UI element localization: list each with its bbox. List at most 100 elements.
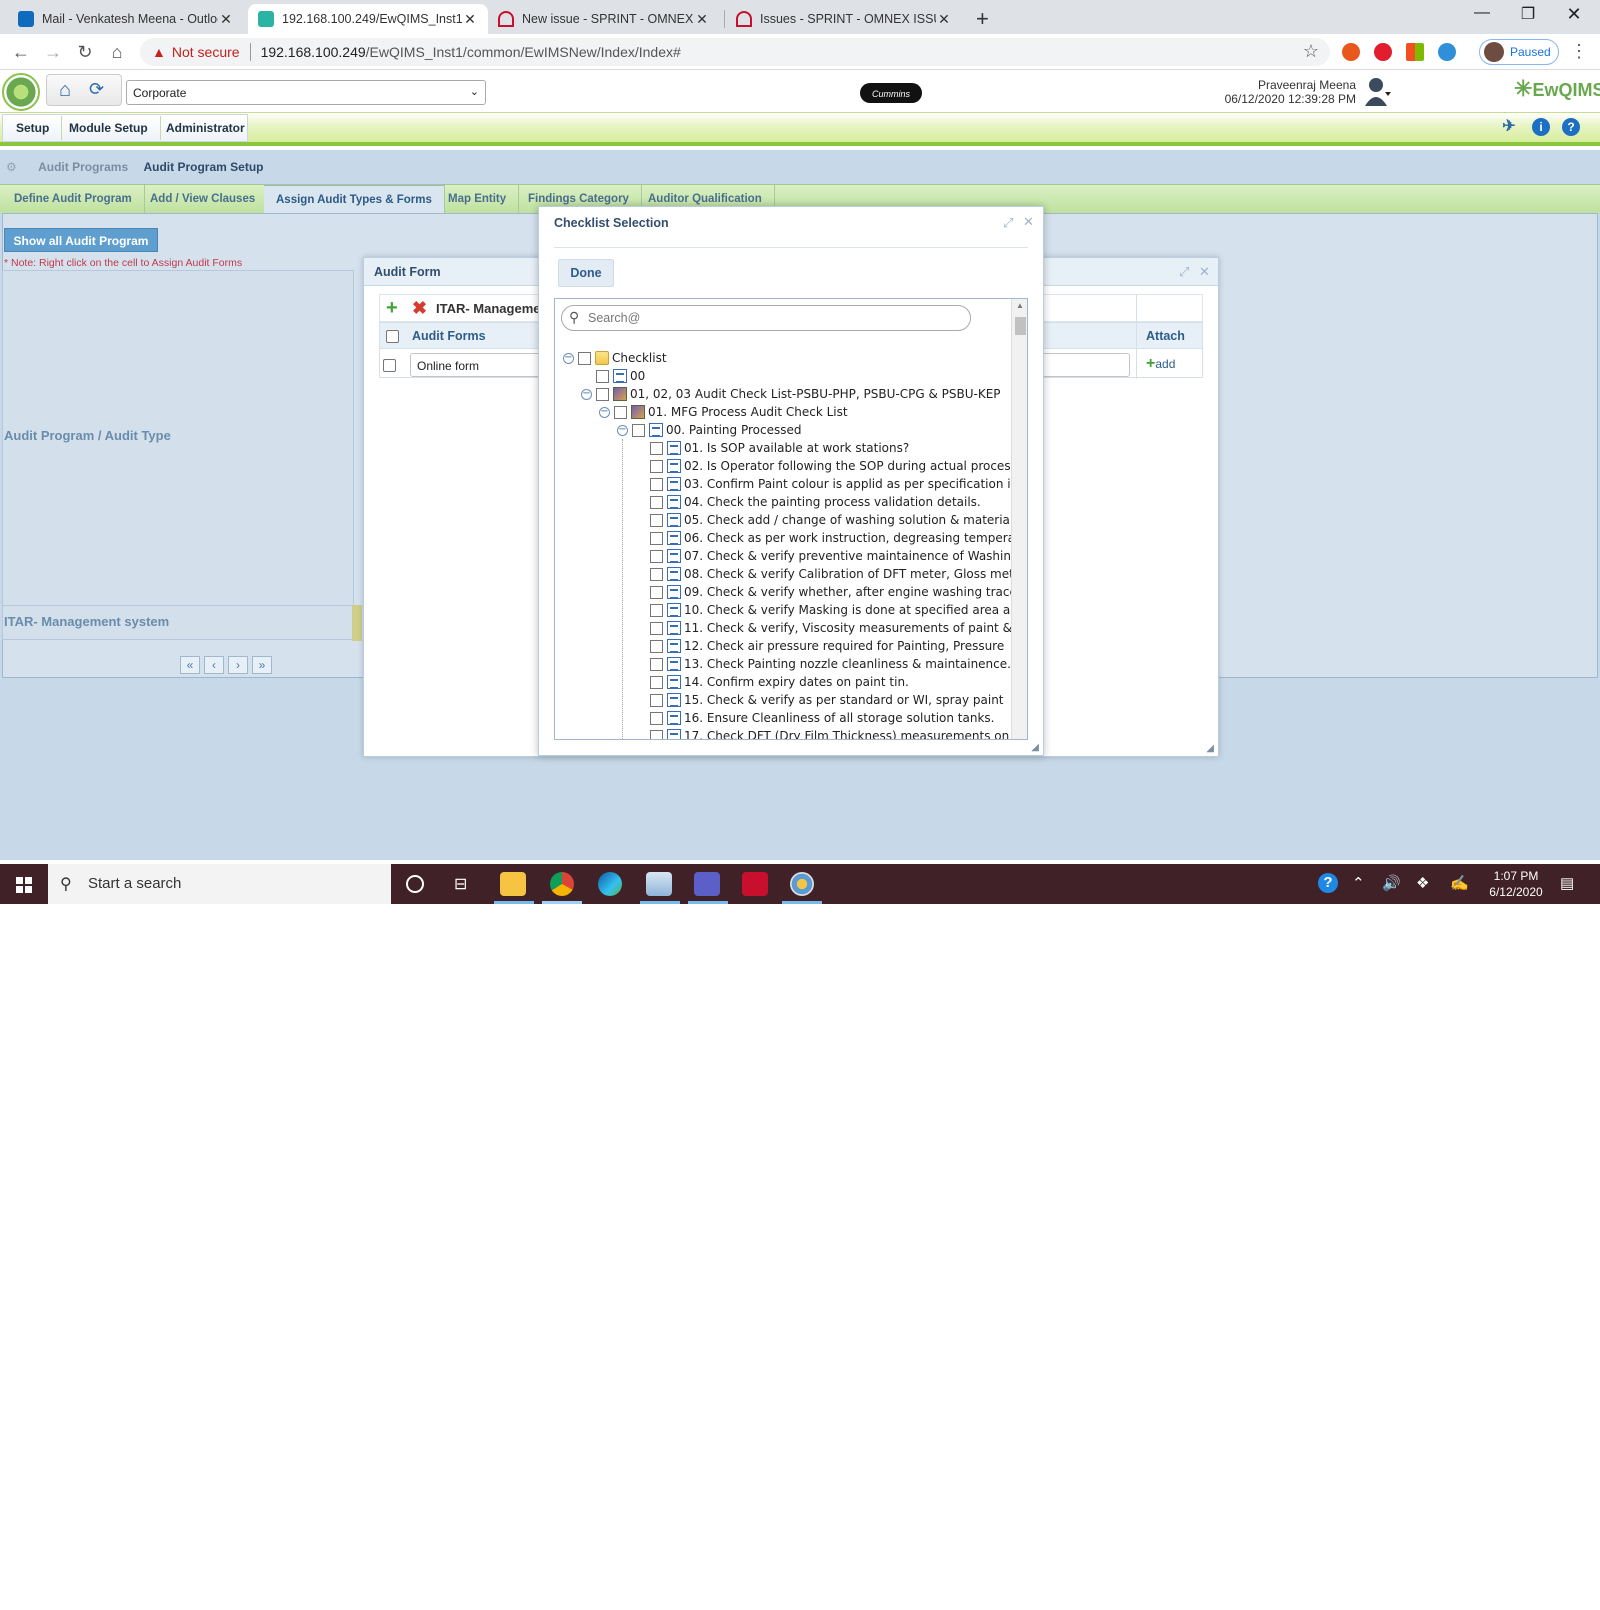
browser-tab-issues[interactable]: Issues - SPRINT - OMNEX ISSUE ✕ [726,4,962,34]
app-icon[interactable] [646,872,672,896]
tree-checkbox[interactable] [650,585,663,599]
prev-page-icon[interactable]: ‹ [204,656,224,674]
menu-administrator[interactable]: Administrator [154,116,257,140]
tree-node[interactable]: 11. Check & verify, Viscosity measuremen… [635,619,1012,637]
tree-checkbox[interactable] [650,459,663,473]
tree-checkbox[interactable] [650,693,663,707]
extension-sync-icon[interactable] [1438,43,1456,61]
home-icon[interactable]: ⌂ [59,79,71,102]
new-tab-icon[interactable]: + [976,6,989,32]
tree-node[interactable]: 16. Ensure Cleanliness of all storage so… [635,709,994,727]
menu-module-setup[interactable]: Module Setup [57,116,161,140]
scroll-thumb[interactable] [1015,317,1026,335]
home-icon[interactable]: ⌂ [106,42,128,63]
minimize-icon[interactable]: — [1462,4,1502,22]
tree-node[interactable]: − 00. Painting Processed [617,421,802,439]
tree-checkbox[interactable] [650,675,663,689]
back-icon[interactable]: ← [10,42,32,63]
paint-icon[interactable] [790,872,814,896]
tree-node[interactable]: 03. Confirm Paint colour is applid as pe… [635,475,1011,493]
tree-node[interactable]: 00 [581,367,645,385]
tree-node[interactable]: 10. Check & verify Masking is done at sp… [635,601,1010,619]
tree-checkbox[interactable] [650,657,663,671]
tree-checkbox[interactable] [596,387,609,401]
close-tab-icon[interactable]: ✕ [218,11,234,28]
info-icon[interactable]: i [1532,118,1550,136]
close-icon[interactable]: ✕ [1199,264,1210,280]
delete-icon[interactable]: ✖ [412,298,427,318]
done-button[interactable]: Done [558,259,614,287]
close-window-icon[interactable]: ✕ [1554,4,1594,25]
tree-checkbox[interactable] [650,477,663,491]
address-bar[interactable]: ▲ Not secure 192.168.100.249/EwQIMS_Inst… [140,38,1330,66]
tree-node[interactable]: 05. Check add / change of washing soluti… [635,511,1010,529]
next-page-icon[interactable]: › [228,656,248,674]
show-hidden-icons-icon[interactable]: ⌃ [1352,874,1365,892]
browser-tab-outlook[interactable]: Mail - Venkatesh Meena - Outloo ✕ [8,4,244,34]
task-view-icon[interactable]: ⊟ [454,874,467,894]
collapse-icon[interactable]: − [581,388,592,400]
tree-node[interactable]: 17. Check DFT (Dry Film Thickness) measu… [635,727,1009,739]
extension-opera-icon[interactable] [1374,43,1392,61]
taskbar-search[interactable]: ⚲ Start a search [48,864,391,904]
tree-checkbox[interactable] [650,567,663,581]
show-all-audit-program-button[interactable]: Show all Audit Program [4,228,158,252]
file-explorer-icon[interactable] [500,872,526,896]
tree-node[interactable]: 04. Check the painting process validatio… [635,493,981,511]
collapse-icon[interactable]: − [563,352,574,364]
resize-handle-icon[interactable]: ◢ [1031,742,1039,753]
tree-node[interactable]: 06. Check as per work instruction, degre… [635,529,1015,547]
chrome-icon[interactable] [550,872,574,896]
add-icon[interactable]: + [386,298,398,318]
dropbox-icon[interactable]: ❖ [1416,874,1429,892]
tree-node[interactable]: 08. Check & verify Calibration of DFT me… [635,565,1014,583]
tree-checkbox[interactable] [650,729,663,739]
collapse-icon[interactable]: − [617,424,628,436]
close-tab-icon[interactable]: ✕ [694,11,710,28]
tree-node[interactable]: − 01. MFG Process Audit Check List [599,403,848,421]
tree-node[interactable]: 02. Is Operator following the SOP during… [635,457,1017,475]
tree-checkbox[interactable] [614,405,627,419]
collapse-icon[interactable]: − [599,406,610,418]
reload-icon[interactable]: ↻ [74,42,96,63]
tree-node[interactable]: 13. Check Painting nozzle cleanliness & … [635,655,1011,673]
tree-node[interactable]: 09. Check & verify whether, after engine… [635,583,1017,601]
system-clock[interactable]: 1:07 PM 6/12/2020 [1486,868,1546,900]
maximize-icon[interactable]: ⤢ [1179,264,1189,280]
select-all-checkbox[interactable] [386,330,399,343]
tree-checkbox[interactable] [650,711,663,725]
scroll-up-icon[interactable]: ▲ [1016,301,1024,310]
bookmark-star-icon[interactable]: ☆ [1300,41,1322,62]
column-audit-forms[interactable]: Audit Forms [412,329,486,343]
tree-checkbox[interactable] [650,531,663,545]
attach-add-link[interactable]: +add [1146,355,1175,373]
help-icon[interactable]: ? [1562,118,1580,136]
menu-kebab-icon[interactable]: ⋮ [1568,41,1590,62]
resize-handle-icon[interactable]: ◢ [1206,743,1214,754]
restore-icon[interactable]: ❐ [1508,4,1548,24]
teams-icon[interactable] [694,872,720,896]
close-tab-icon[interactable]: ✕ [462,11,478,28]
last-page-icon[interactable]: » [252,656,272,674]
tree-scrollbar[interactable]: ▲ [1011,299,1027,739]
grid-row-itar[interactable]: ITAR- Management system [4,614,169,629]
extension-fire-icon[interactable] [1342,43,1360,61]
start-button[interactable] [0,864,48,904]
security-label[interactable]: Not secure [172,44,240,60]
tree-node[interactable]: 07. Check & verify preventive maintainen… [635,547,1011,565]
breadcrumb-item[interactable]: Audit Programs [38,160,128,174]
help-tray-icon[interactable]: ? [1318,873,1338,893]
tree-node[interactable]: 14. Confirm expiry dates on paint tin. [635,673,909,691]
extension-windows-icon[interactable] [1406,43,1424,61]
tree-checkbox[interactable] [650,603,663,617]
tree-checkbox[interactable] [632,423,645,437]
menu-setup[interactable]: Setup [4,116,63,140]
grid-cell-highlight[interactable] [352,605,362,641]
security-app-icon[interactable] [742,872,768,896]
tree-checkbox[interactable] [596,369,609,383]
tree-checkbox[interactable] [578,351,591,365]
volume-icon[interactable]: 🔊 [1382,874,1401,892]
tree-checkbox[interactable] [650,549,663,563]
tree-checkbox[interactable] [650,441,663,455]
close-icon[interactable]: ✕ [1023,214,1034,230]
